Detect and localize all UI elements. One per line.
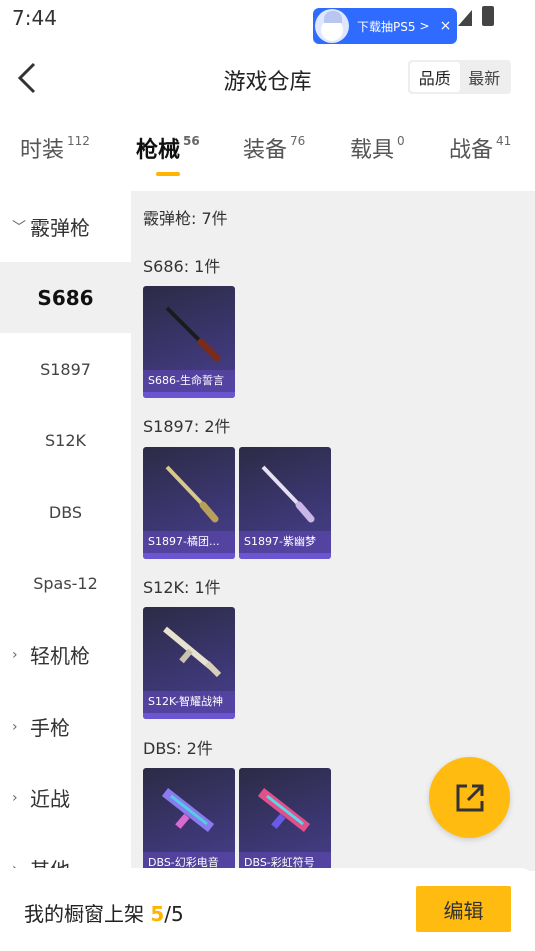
sidebar-item-label: 手枪 (30, 716, 70, 740)
sidebar-item-s686[interactable]: S686 (0, 262, 131, 333)
active-tab-indicator (156, 172, 180, 176)
tab-label: 时装 (20, 138, 65, 163)
rarity-bar (143, 713, 235, 719)
sidebar-item-label: S12K (44, 431, 86, 450)
item-label: S686-生命誓言 (143, 370, 235, 392)
edit-button[interactable]: 编辑 (416, 886, 511, 932)
tab-count: 41 (496, 134, 512, 148)
bottom-bar: 我的橱窗上架 5/5 编辑 (0, 868, 535, 951)
showcase-label: 我的橱窗上架 (24, 902, 144, 926)
tab-firearms[interactable]: 枪械 56 (136, 132, 200, 176)
item-card[interactable]: DBS-彩虹符号 (239, 768, 331, 871)
sidebar-item-s12k[interactable]: S12K (0, 405, 131, 476)
item-card[interactable]: S1897-橘团... (143, 447, 235, 559)
tab-vehicles[interactable]: 载具 0 (350, 132, 405, 164)
status-time: 7:44 (12, 6, 57, 30)
promo-close-icon[interactable]: × (440, 18, 452, 34)
sidebar-item-label: 近战 (30, 787, 70, 811)
tab-count: 0 (397, 134, 405, 148)
sidebar-item-label: Spas-12 (33, 574, 98, 593)
chevron-right-icon: › (12, 718, 18, 735)
chevron-down-icon: ﹀ (12, 219, 26, 236)
signal-icon (458, 10, 472, 26)
sidebar-item-label: DBS (48, 503, 83, 522)
item-card[interactable]: DBS-幻彩电音 (143, 768, 235, 871)
sort-latest-button[interactable]: 最新 (460, 62, 510, 92)
promo-banner[interactable]: 下载抽PS5 > × (313, 8, 457, 44)
tab-count: 56 (183, 134, 200, 148)
tab-fashion[interactable]: 时装 112 (20, 132, 90, 164)
tab-label: 装备 (243, 138, 288, 163)
sidebar-group-pistol[interactable]: › 手枪 (0, 691, 131, 762)
sort-toggle: 品质 最新 (408, 60, 511, 94)
shotgun-icon (161, 788, 215, 832)
promo-avatar (315, 9, 349, 43)
promo-text: 下载抽PS5 (357, 19, 416, 34)
item-card[interactable]: S12K-智耀战神 (143, 607, 235, 719)
share-icon (456, 784, 483, 811)
shotgun-icon (261, 465, 315, 523)
sidebar-item-spas12[interactable]: Spas-12 (0, 548, 131, 619)
category-sidebar: ﹀ 霰弹枪 S686 S1897 S12K DBS Spas-12 › 轻机枪 › 手… (0, 191, 131, 882)
showcase-status: 我的橱窗上架 5/5 (24, 898, 184, 927)
shotgun-icon (165, 465, 219, 523)
section-title-s1897: S1897: 2件 (143, 417, 231, 436)
shotgun-icon (165, 306, 221, 362)
sidebar-item-dbs[interactable]: DBS (0, 477, 131, 548)
category-tabs: 时装 112 枪械 56 装备 76 载具 0 战备 41 (0, 132, 535, 182)
sidebar-group-shotgun[interactable]: ﹀ 霰弹枪 (0, 191, 131, 262)
tab-equipment[interactable]: 装备 76 (243, 132, 305, 164)
section-title-s12k: S12K: 1件 (143, 578, 221, 597)
sidebar-item-label: 轻机枪 (30, 644, 90, 668)
battery-icon (482, 6, 494, 26)
item-label: S1897-紫幽梦 (239, 531, 331, 553)
sidebar-item-s1897[interactable]: S1897 (0, 334, 131, 405)
shotgun-icon (163, 626, 222, 678)
chevron-right-icon: › (12, 646, 18, 663)
section-title-dbs: DBS: 2件 (143, 739, 213, 758)
sidebar-item-label: S686 (37, 285, 94, 310)
sidebar-group-lmg[interactable]: › 轻机枪 (0, 619, 131, 690)
share-button[interactable] (429, 757, 510, 838)
item-label: S1897-橘团... (143, 531, 235, 553)
sidebar-item-label: S1897 (40, 360, 91, 379)
item-card[interactable]: S686-生命誓言 (143, 286, 235, 398)
chevron-right-icon: > (419, 19, 430, 33)
tab-label: 载具 (350, 138, 395, 163)
tab-count: 112 (67, 134, 90, 148)
section-title-s686: S686: 1件 (143, 257, 221, 276)
rarity-bar (143, 392, 235, 398)
showcase-count: 5 (150, 902, 165, 926)
status-bar: 7:44 下载抽PS5 > × (0, 0, 535, 44)
rarity-bar (239, 553, 331, 559)
category-summary: 霰弹枪: 7件 (143, 209, 228, 228)
tab-gear[interactable]: 战备 41 (449, 132, 511, 164)
tab-label: 枪械 (136, 138, 181, 163)
sidebar-item-label: 霰弹枪 (30, 216, 90, 240)
rarity-bar (143, 553, 235, 559)
sidebar-group-melee[interactable]: › 近战 (0, 762, 131, 833)
tab-count: 76 (290, 134, 306, 148)
showcase-total: /5 (164, 902, 184, 926)
sort-quality-button[interactable]: 品质 (410, 62, 460, 92)
chevron-right-icon: › (12, 789, 18, 806)
shotgun-icon (257, 788, 311, 832)
tab-label: 战备 (449, 138, 494, 163)
item-label: S12K-智耀战神 (143, 691, 235, 713)
item-card[interactable]: S1897-紫幽梦 (239, 447, 331, 559)
